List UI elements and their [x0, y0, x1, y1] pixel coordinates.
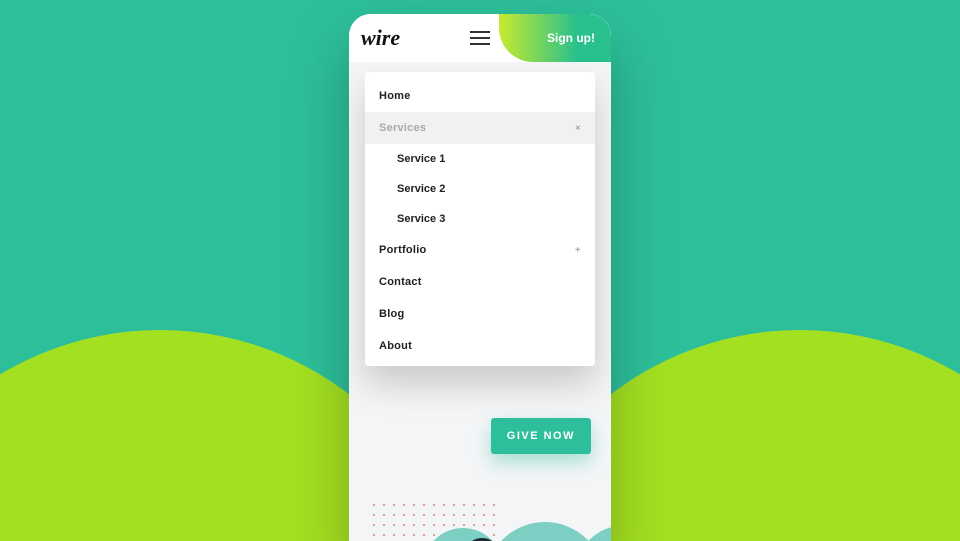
signup-label: Sign up! — [547, 31, 595, 45]
nav-item-blog[interactable]: Blog — [365, 298, 595, 330]
signup-button[interactable]: Sign up! — [499, 14, 611, 62]
nav-item-portfolio[interactable]: Portfolio + — [365, 234, 595, 266]
nav-item-label: About — [379, 340, 412, 352]
hero-illustration — [349, 510, 611, 541]
nav-item-label: Home — [379, 90, 411, 102]
plus-icon[interactable]: + — [575, 245, 581, 256]
app-topbar: wire Sign up! — [349, 14, 611, 62]
nav-item-contact[interactable]: Contact — [365, 266, 595, 298]
logo-container[interactable]: wire — [349, 14, 433, 62]
nav-item-label: Blog — [379, 308, 404, 320]
give-now-button[interactable]: GIVE NOW — [491, 418, 591, 454]
nav-item-home[interactable]: Home — [365, 80, 595, 112]
nav-dropdown-panel: Home Services × Service 1 Service 2 Serv… — [365, 72, 595, 366]
hamburger-menu-icon[interactable] — [470, 31, 490, 45]
stage-background: wire Sign up! Home Services × Service 1 … — [0, 0, 960, 541]
illus-cloud — [485, 522, 605, 541]
logo-text: wire — [361, 25, 400, 51]
nav-item-services[interactable]: Services × — [365, 112, 595, 144]
nav-item-about[interactable]: About — [365, 330, 595, 362]
nav-item-label: Services — [379, 122, 426, 134]
nav-subitem-service1[interactable]: Service 1 — [365, 144, 595, 174]
illus-cloud — [423, 528, 503, 541]
close-icon[interactable]: × — [575, 123, 581, 134]
nav-subitem-service3[interactable]: Service 3 — [365, 204, 595, 234]
nav-item-label: Portfolio — [379, 244, 426, 256]
cta-label: GIVE NOW — [507, 430, 575, 442]
nav-subitem-service2[interactable]: Service 2 — [365, 174, 595, 204]
nav-item-label: Contact — [379, 276, 422, 288]
mobile-device-frame: wire Sign up! Home Services × Service 1 … — [349, 14, 611, 541]
